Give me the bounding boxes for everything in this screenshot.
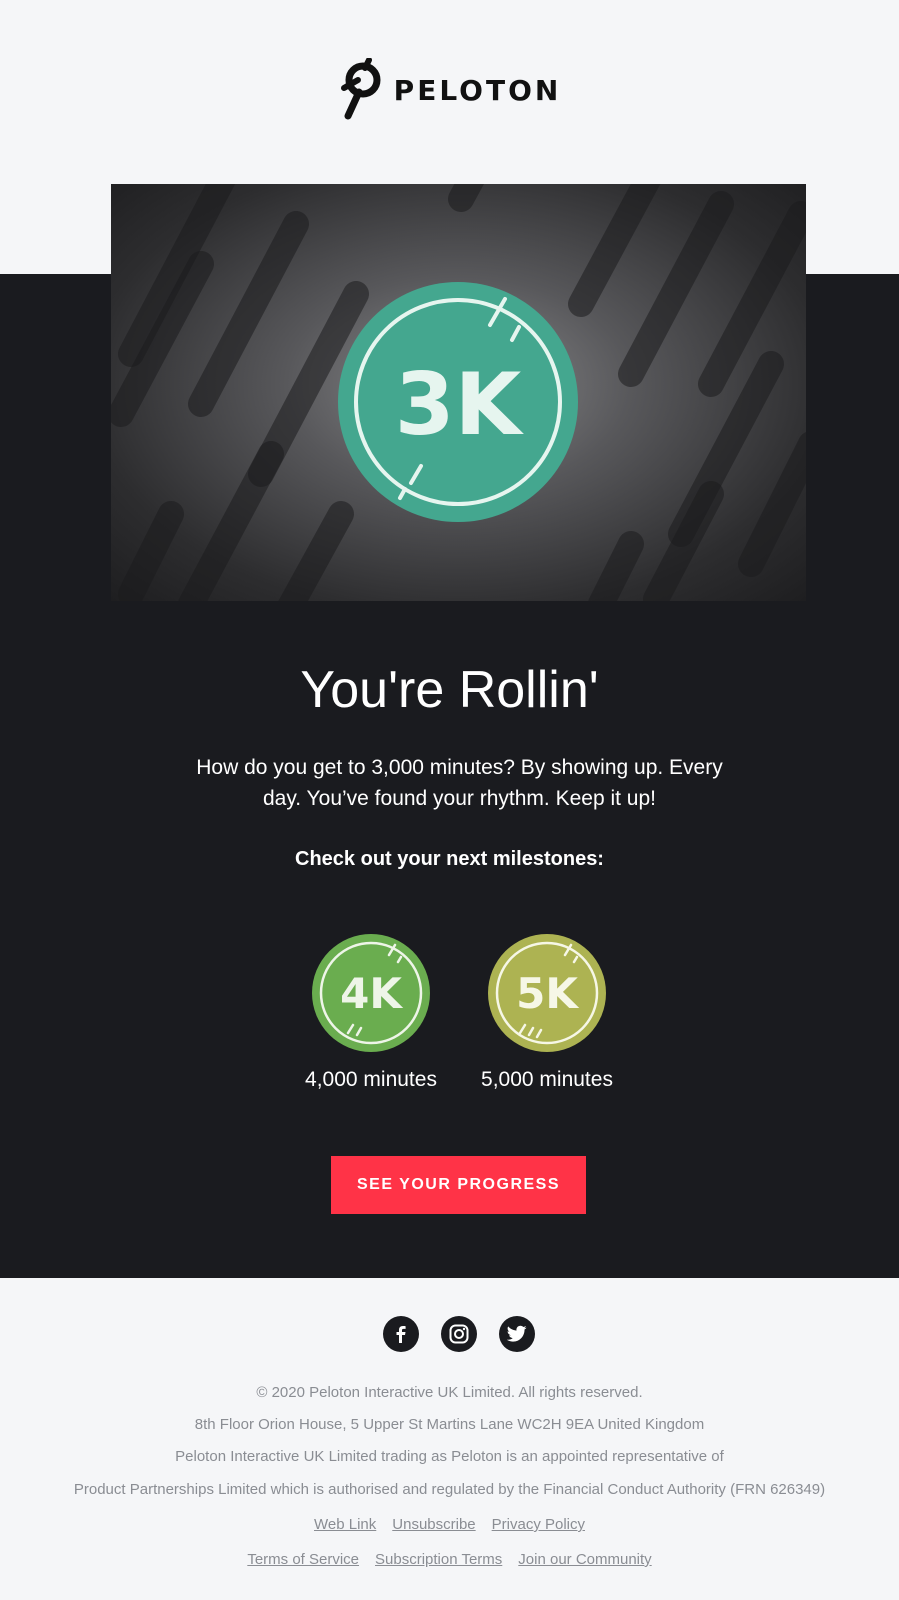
page-title: You're Rollin' [300, 661, 599, 719]
footer-legal-line-1: Peloton Interactive UK Limited trading a… [175, 1448, 724, 1465]
footer-legal-line-2: Product Partnerships Limited which is au… [73, 1481, 826, 1498]
milestone-1-badge-text: 4K [340, 969, 403, 1018]
peloton-logo-icon [340, 58, 381, 120]
milestones-heading: Check out your next milestones: [295, 848, 604, 870]
twitter-link[interactable] [499, 1316, 535, 1352]
milestone-2-badge-text: 5K [516, 969, 579, 1018]
brand-name: PELOTON [393, 73, 562, 107]
footer-address: 8th Floor Orion House, 5 Upper St Martin… [194, 1416, 705, 1433]
body-line-2: day. You’ve found your rhythm. Keep it u… [262, 787, 657, 810]
terms-of-service-link[interactable]: Terms of Service [247, 1551, 359, 1568]
facebook-icon [396, 1326, 406, 1343]
subscription-terms-link[interactable]: Subscription Terms [375, 1551, 502, 1568]
body-text: How do you get to 3,000 minutes? By show… [190, 752, 729, 814]
footer-copyright: © 2020 Peloton Interactive UK Limited. A… [256, 1384, 643, 1401]
twitter-icon [507, 1325, 527, 1342]
privacy-policy-link[interactable]: Privacy Policy [492, 1516, 585, 1533]
footer-links-row-1: Web Link Unsubscribe Privacy Policy [0, 1516, 899, 1533]
web-link[interactable]: Web Link [314, 1516, 376, 1533]
join-community-link[interactable]: Join our Community [518, 1551, 651, 1568]
see-your-progress-button[interactable]: SEE YOUR PROGRESS [331, 1156, 586, 1214]
badge-3k-icon: 3K [338, 282, 578, 522]
badge-4k-icon: 4K [312, 934, 430, 1052]
peloton-logo[interactable]: PELOTON [0, 58, 899, 122]
instagram-link[interactable] [441, 1316, 477, 1352]
footer-links-row-2: Terms of Service Subscription Terms Join… [0, 1551, 899, 1568]
facebook-link[interactable] [383, 1316, 419, 1352]
hero-badge-text: 3K [395, 355, 525, 455]
milestone-1-label: 4,000 minutes [305, 1068, 437, 1091]
milestone-2-label: 5,000 minutes [481, 1068, 613, 1091]
badge-5k-icon: 5K [488, 934, 606, 1052]
body-line-1: How do you get to 3,000 minutes? By show… [196, 756, 723, 779]
unsubscribe-link[interactable]: Unsubscribe [392, 1516, 475, 1533]
instagram-icon [449, 1324, 469, 1344]
hero-image: 3K [111, 184, 806, 601]
